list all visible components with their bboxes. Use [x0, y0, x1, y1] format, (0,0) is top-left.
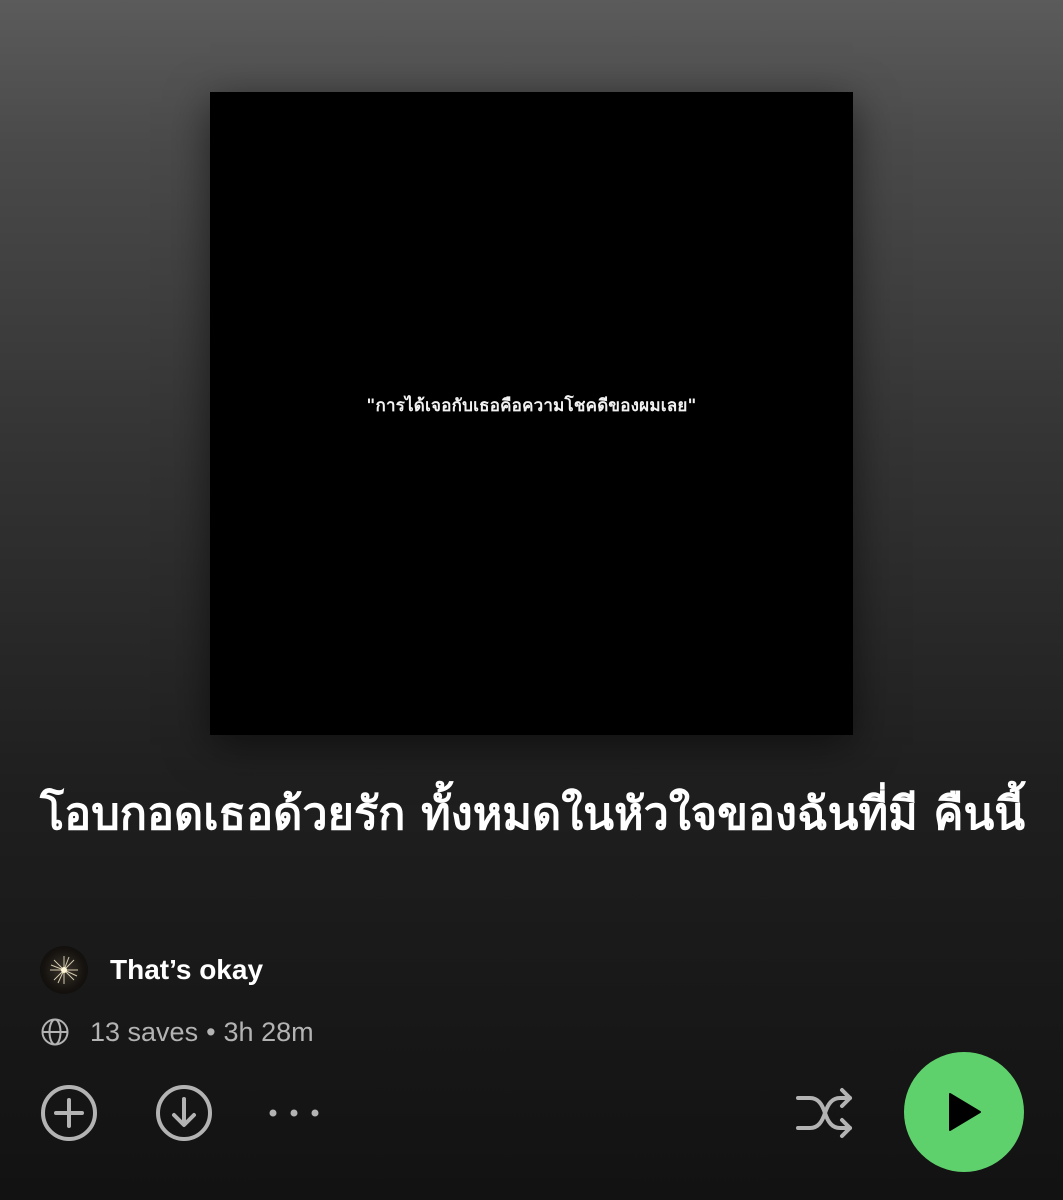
- add-button[interactable]: [40, 1084, 98, 1142]
- owner-avatar[interactable]: [40, 946, 88, 994]
- firework-image: [50, 956, 78, 984]
- shuffle-icon: [796, 1088, 852, 1138]
- playlist-cover: "การได้เจอกับเธอคือความโชคดีของผมเลย": [210, 92, 853, 735]
- play-button[interactable]: [904, 1052, 1024, 1172]
- more-options-button[interactable]: [266, 1094, 322, 1132]
- download-circle-icon: [156, 1085, 212, 1141]
- playlist-owner[interactable]: That’s okay: [40, 946, 263, 994]
- download-button[interactable]: [155, 1084, 213, 1142]
- owner-name[interactable]: That’s okay: [110, 954, 263, 986]
- playlist-meta: 13 saves • 3h 28m: [40, 1014, 314, 1050]
- add-circle-icon: [41, 1085, 97, 1141]
- shuffle-button[interactable]: [794, 1084, 856, 1142]
- playlist-duration: 3h 28m: [223, 1016, 314, 1047]
- cover-quote-text: "การได้เจอกับเธอคือความโชคดีของผมเลย": [366, 396, 697, 416]
- meta-separator: •: [206, 1016, 216, 1047]
- playlist-title: โอบกอดเธอด้วยรัก ทั้งหมดในหัวใจของฉันที่…: [40, 787, 1026, 840]
- globe-icon: [41, 1018, 69, 1046]
- saves-count: 13 saves: [90, 1016, 199, 1047]
- more-dots-icon: [269, 1109, 319, 1117]
- play-icon: [949, 1093, 981, 1131]
